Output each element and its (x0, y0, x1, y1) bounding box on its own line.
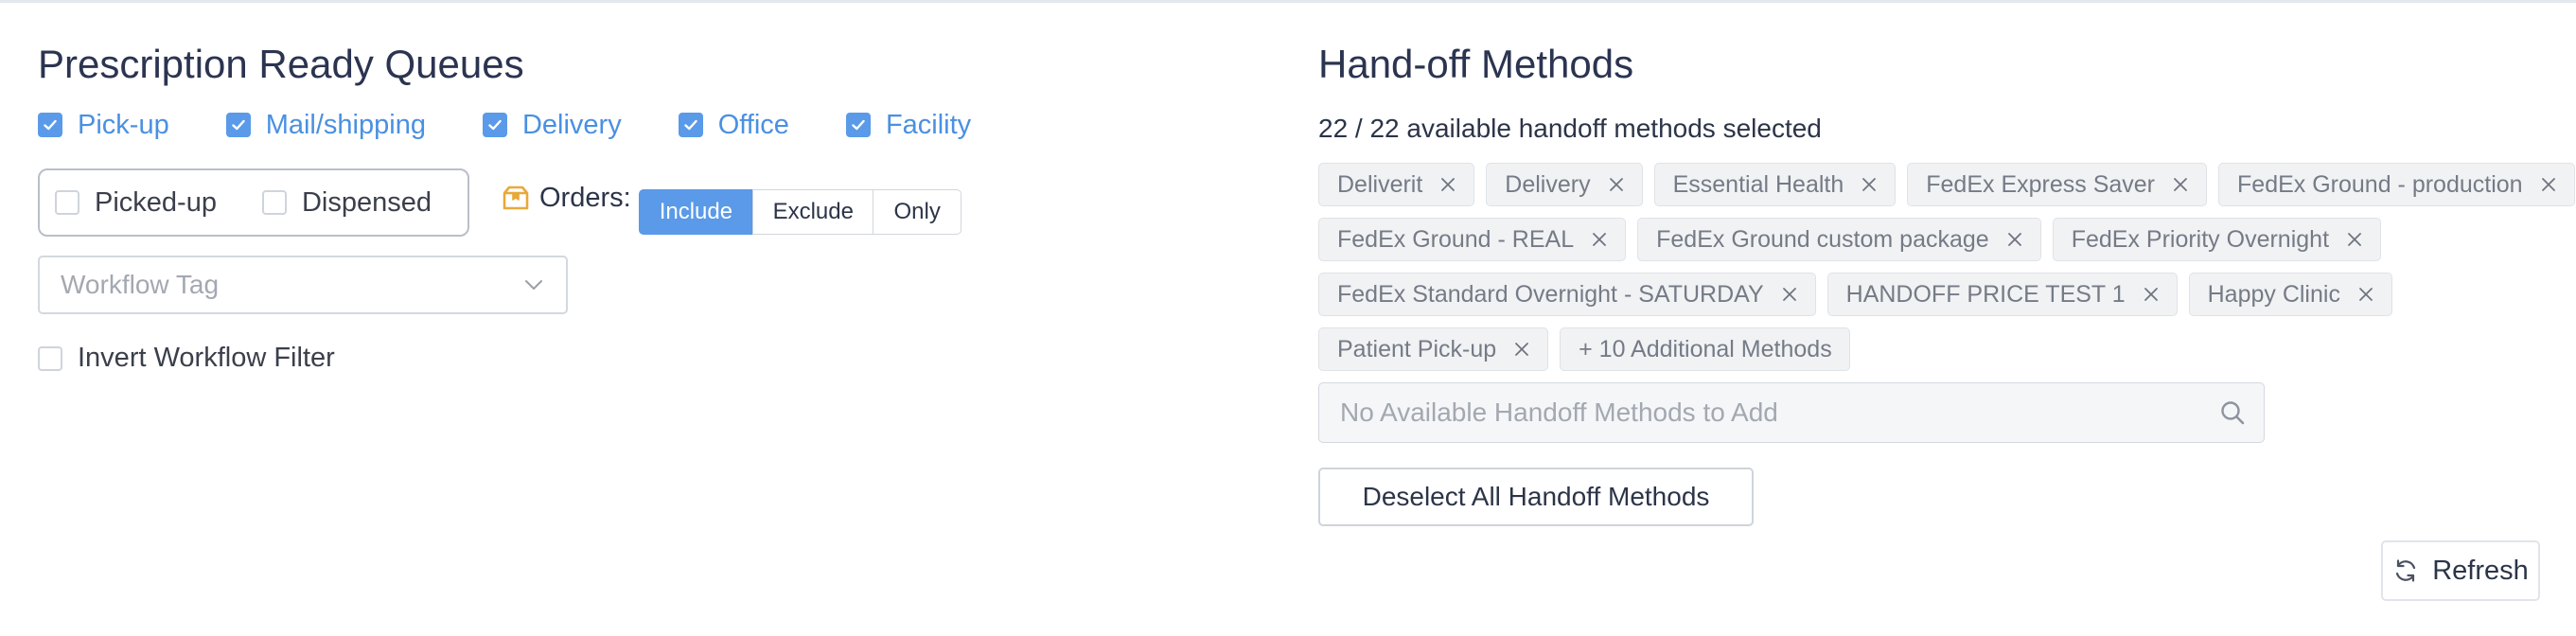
handoff-tag: HANDOFF PRICE TEST 1 (1826, 273, 2178, 316)
refresh-icon (2396, 559, 2416, 582)
queues-panel: Prescription Ready Queues Pick-up Mail/s… (38, 38, 1230, 374)
handoff-tag: Happy Clinic (2188, 273, 2392, 316)
handoff-tag: FedEx Standard Overnight - SATURDAY (1318, 273, 1816, 316)
workflow-tag-placeholder: Workflow Tag (61, 270, 220, 299)
handoff-tag: Deliverit (1318, 163, 1475, 206)
handoff-tag: FedEx Express Saver (1907, 163, 2208, 206)
close-icon[interactable] (2357, 286, 2374, 303)
queue-pickup[interactable]: Pick-up (38, 110, 169, 141)
status-picked-up[interactable]: Picked-up (55, 187, 217, 219)
status-label: Picked-up (95, 186, 217, 218)
handoff-tag: FedEx Ground - production (2218, 163, 2575, 206)
deselect-all-button[interactable]: Deselect All Handoff Methods (1318, 468, 1754, 526)
handoff-selected-count: 22 / 22 available handoff methods select… (1318, 114, 1822, 143)
orders-label: Orders: (539, 182, 631, 213)
tag-label: FedEx Priority Overnight (2071, 225, 2330, 253)
invert-workflow-filter[interactable]: Invert Workflow Filter (38, 343, 1230, 374)
orders-exclude-button[interactable]: Exclude (751, 189, 874, 235)
queue-label: Pick-up (78, 109, 169, 140)
close-icon[interactable] (1861, 176, 1878, 193)
close-icon[interactable] (1439, 176, 1456, 193)
tag-label: FedEx Standard Overnight - SATURDAY (1337, 280, 1764, 308)
close-icon[interactable] (2540, 176, 2557, 193)
handoff-panel: Hand-off Methods 22 / 22 available hando… (1318, 38, 2575, 526)
status-orders-row: Picked-up Dispensed Orders: Include Excl… (38, 168, 1230, 237)
refresh-label: Refresh (2432, 555, 2529, 586)
handoff-tag: Patient Pick-up (1318, 327, 1549, 371)
chevron-down-icon (525, 280, 542, 290)
queue-delivery[interactable]: Delivery (482, 109, 622, 141)
close-icon[interactable] (2346, 231, 2363, 248)
checkbox-checked-icon[interactable] (678, 113, 703, 137)
tag-label: FedEx Ground custom package (1656, 225, 1989, 253)
close-icon[interactable] (1591, 231, 1608, 248)
orders-include-button[interactable]: Include (638, 189, 754, 235)
tag-label: Essential Health (1672, 170, 1844, 198)
queues-title: Prescription Ready Queues (38, 42, 524, 86)
queue-label: Office (717, 109, 789, 140)
close-icon[interactable] (2172, 176, 2189, 193)
tag-label: Happy Clinic (2207, 280, 2340, 308)
checkbox-checked-icon[interactable] (225, 113, 251, 137)
handoff-tag: FedEx Ground custom package (1637, 218, 2041, 261)
queue-mail-shipping[interactable]: Mail/shipping (225, 109, 426, 141)
tag-label: FedEx Express Saver (1926, 170, 2156, 198)
handoff-tag: Essential Health (1653, 163, 1897, 206)
queue-checkboxes: Pick-up Mail/shipping Delivery Office Fa… (38, 106, 1230, 144)
status-dispensed[interactable]: Dispensed (261, 186, 432, 219)
search-placeholder: No Available Handoff Methods to Add (1340, 398, 1778, 427)
close-icon[interactable] (1781, 286, 1798, 303)
orders-filter: Orders: (502, 183, 631, 214)
refresh-button[interactable]: Refresh (2381, 540, 2540, 601)
checkbox-unchecked-icon[interactable] (38, 345, 62, 371)
workflow-tag-select[interactable]: Workflow Tag (38, 256, 568, 314)
status-label: Dispensed (301, 186, 432, 218)
queue-office[interactable]: Office (678, 109, 789, 141)
queue-label: Mail/shipping (265, 109, 426, 140)
tag-label: Deliverit (1337, 170, 1423, 198)
close-icon[interactable] (2143, 286, 2160, 303)
handoff-tag: FedEx Ground - REAL (1318, 218, 1627, 261)
checkbox-checked-icon[interactable] (845, 113, 871, 137)
orders-only-button[interactable]: Only (873, 189, 962, 235)
checkbox-unchecked-icon[interactable] (55, 190, 79, 215)
handoff-tag: Delivery (1486, 163, 1643, 206)
tag-label: HANDOFF PRICE TEST 1 (1845, 280, 2126, 308)
close-icon[interactable] (2006, 231, 2023, 248)
search-icon (2221, 401, 2245, 425)
box-icon (503, 186, 529, 210)
handoff-tag-list: Deliverit Delivery Essential Health FedE… (1318, 163, 2575, 371)
checkbox-unchecked-icon[interactable] (261, 190, 287, 215)
queue-label: Facility (885, 109, 972, 140)
handoff-search-input[interactable]: No Available Handoff Methods to Add (1318, 382, 2265, 443)
checkbox-checked-icon[interactable] (482, 113, 507, 137)
additional-methods-tag[interactable]: + 10 Additional Methods (1560, 327, 1850, 371)
close-icon[interactable] (1513, 341, 1530, 358)
tag-label: FedEx Ground - production (2237, 170, 2523, 198)
top-border (0, 0, 2576, 3)
invert-filter-label: Invert Workflow Filter (78, 343, 335, 373)
tag-label: Patient Pick-up (1337, 335, 1497, 362)
close-icon[interactable] (1608, 176, 1625, 193)
tag-label: FedEx Ground - REAL (1337, 225, 1575, 253)
status-filter-group: Picked-up Dispensed (38, 168, 469, 237)
handoff-title: Hand-off Methods (1318, 42, 1634, 86)
queue-facility[interactable]: Facility (845, 109, 972, 141)
orders-segmented-control: Include Exclude Only (638, 189, 962, 235)
queue-label: Delivery (521, 109, 622, 140)
tag-label: Delivery (1505, 170, 1591, 198)
checkbox-checked-icon[interactable] (38, 113, 62, 137)
handoff-tag: FedEx Priority Overnight (2052, 218, 2382, 261)
